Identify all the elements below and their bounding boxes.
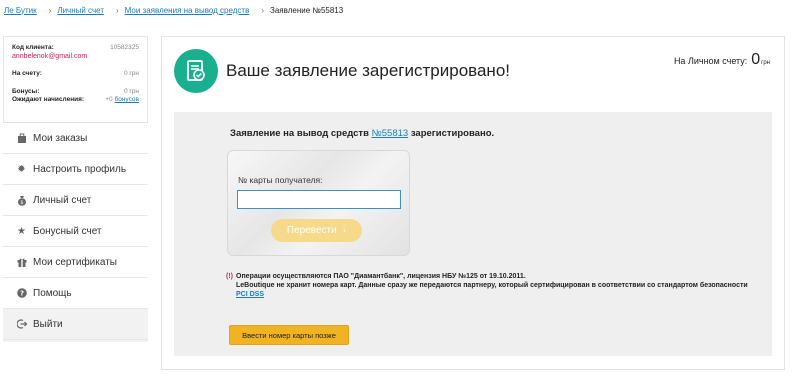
money-bag-icon: $ — [16, 195, 27, 206]
sidebar-item-label: Выйти — [33, 318, 63, 330]
bonus-row: Бонусы: 0 грн — [12, 88, 139, 96]
balance-row: На счету: 0 грн — [12, 70, 139, 78]
card-form: № карты получателя: Перевести › — [227, 150, 410, 256]
client-code-label: Код клиента: — [12, 44, 54, 51]
page-title: Ваше заявление зарегистрировано! — [226, 61, 511, 80]
sidebar-item-label: Бонусный счет — [33, 225, 102, 237]
card-number-label: № карты получателя: — [238, 175, 323, 185]
breadcrumb-withdrawals-link[interactable]: Мои заявления на вывод средств — [125, 6, 250, 15]
page-header: Ваше заявление зарегистрировано! — [174, 49, 510, 93]
notice-line-1: Операции осуществляются ПАО "Диамантбанк… — [236, 273, 526, 280]
star-icon: ★ — [17, 225, 26, 237]
help-icon: ? — [16, 288, 27, 299]
breadcrumb-separator: › — [48, 5, 52, 15]
sidebar-item-certificates[interactable]: Мои сертификаты — [3, 247, 148, 278]
balance-display: На Личном счету: 0 грн — [674, 51, 770, 69]
transfer-button-label: Перевести — [286, 225, 337, 236]
document-check-icon — [174, 49, 218, 93]
security-notice: (!) Операции осуществляются ПАО "Диамант… — [226, 272, 750, 299]
notice-line-2-text: LeBoutique не хранит номера карт. Данные… — [236, 282, 748, 289]
bonus-value: 0 грн — [124, 88, 139, 95]
main-content: Ваше заявление зарегистрировано! На Личн… — [161, 36, 785, 370]
sidebar-item-logout[interactable]: Выйти — [3, 309, 148, 340]
notice-line-2: LeBoutique не хранит номера карт. Данные… — [230, 281, 750, 299]
pci-dss-link[interactable]: PCI DSS — [236, 291, 264, 298]
breadcrumb-home-link[interactable]: Ле Бутик — [4, 6, 37, 15]
breadcrumb-current: Заявление №55813 — [270, 5, 344, 15]
pending-amount: +0 — [105, 96, 113, 103]
breadcrumb-separator: › — [115, 5, 119, 15]
gear-icon: ✹ — [17, 163, 26, 175]
breadcrumb-separator: › — [261, 5, 265, 15]
account-email: annbelenok@gmail.com — [12, 53, 88, 60]
sidebar-item-help[interactable]: ? Помощь — [3, 278, 148, 309]
pending-bonus-link[interactable]: бонусов — [115, 96, 140, 103]
sidebar-item-bonus-account[interactable]: ★ Бонусный счет — [3, 216, 148, 247]
breadcrumb-account-link[interactable]: Личный счет — [57, 6, 104, 15]
warning-icon: (!) — [226, 273, 233, 280]
sidebar-menu: Мои заказы ✹ Настроить профиль $ Личный … — [3, 122, 148, 340]
svg-text:?: ? — [19, 290, 23, 298]
statement-prefix: Заявление на вывод средств — [230, 128, 369, 139]
sidebar-item-personal-account[interactable]: $ Личный счет — [3, 185, 148, 216]
breadcrumb: Ле Бутик › Личный счет › Мои заявления н… — [4, 3, 343, 17]
sidebar-item-label: Настроить профиль — [33, 163, 127, 175]
svg-text:$: $ — [20, 200, 23, 206]
statement-suffix: зарегистировано. — [410, 128, 495, 139]
bag-icon — [16, 133, 27, 144]
client-code-row: Код клиента: 10582325 — [12, 44, 139, 52]
gift-icon — [16, 257, 27, 268]
account-summary: Код клиента: 10582325 annbelenok@gmail.c… — [3, 36, 148, 122]
transfer-button[interactable]: Перевести › — [271, 219, 362, 242]
sidebar-item-orders[interactable]: Мои заказы — [3, 123, 148, 154]
sidebar-item-label: Личный счет — [33, 194, 92, 206]
balance-value: 0 грн — [124, 70, 139, 77]
balance-display-value: 0 — [751, 51, 761, 68]
statement-line: Заявление на вывод средств №55813 зареги… — [230, 128, 494, 139]
card-number-input[interactable] — [237, 190, 401, 209]
enter-card-later-button[interactable]: Ввести номер карты позже — [229, 325, 349, 345]
sidebar-item-label: Мои сертификаты — [33, 256, 117, 268]
balance-label: На счету: — [12, 70, 42, 77]
sidebar: Код клиента: 10582325 annbelenok@gmail.c… — [3, 36, 148, 342]
client-code-value: 10582325 — [110, 44, 139, 51]
bonus-label: Бонусы: — [12, 88, 40, 95]
statement-number-link[interactable]: №55813 — [372, 128, 409, 139]
withdrawal-panel: Заявление на вывод средств №55813 зареги… — [174, 112, 772, 356]
balance-display-currency: грн — [761, 60, 770, 66]
sidebar-item-label: Помощь — [33, 287, 72, 299]
pending-value: +0 бонусов — [105, 96, 139, 104]
chevron-right-icon: › — [342, 225, 347, 236]
sidebar-item-label: Мои заказы — [33, 132, 88, 144]
pending-row: Ожидают начисления: +0 бонусов — [12, 96, 139, 104]
balance-display-label: На Личном счету: — [673, 56, 748, 66]
logout-icon — [16, 319, 27, 330]
pending-label: Ожидают начисления: — [12, 96, 85, 103]
sidebar-item-profile[interactable]: ✹ Настроить профиль — [3, 154, 148, 185]
